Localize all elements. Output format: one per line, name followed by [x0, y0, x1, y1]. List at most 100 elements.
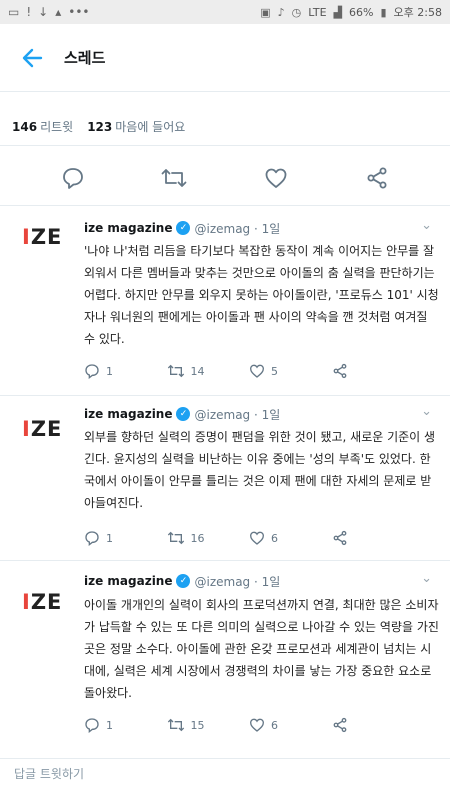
like-button[interactable]: 6 [249, 530, 332, 546]
like-count: 5 [271, 364, 278, 378]
back-arrow-icon [22, 48, 43, 67]
tweet-text: 아이돌 개개인의 실력이 회사의 프로덕션까지 연결, 최대한 많은 소비자가 … [84, 598, 439, 700]
like-button[interactable]: 5 [249, 363, 332, 379]
network-type: LTE [308, 5, 327, 19]
tweet-item[interactable]: IZE ize magazine ✓ @izemag · 1일 ⌄ 아이돌 개개… [0, 561, 450, 758]
author-handle: @izemag · 1일 [194, 407, 281, 422]
author-name[interactable]: ize magazine [84, 407, 172, 421]
alert-icon: ! [26, 5, 32, 19]
avatar[interactable]: IZE [22, 587, 66, 617]
tweet-actions: 1 14 5 [84, 359, 414, 383]
share-icon [367, 167, 387, 188]
retweet-label: 리트윗 [40, 120, 74, 134]
retweet-stat[interactable]: 146 리트윗 [12, 118, 73, 137]
like-icon [265, 168, 287, 188]
reply-button[interactable] [53, 158, 93, 198]
download-icon: ↓ [38, 5, 49, 19]
retweet-icon [167, 531, 184, 545]
author-name[interactable]: ize magazine [84, 221, 172, 235]
reply-count: 1 [106, 531, 113, 545]
author-name[interactable]: ize magazine [84, 574, 172, 588]
status-bar: ▭ ! ↓ ▴ ••• ▣ ♪ ◷ LTE ▟ 66% ▮ 오후 2:58 [0, 0, 450, 24]
battery-percent: 66% [349, 5, 374, 19]
tweet-item[interactable]: IZE ize magazine ✓ @izemag · 1일 ⌄ 외부를 향하… [0, 396, 450, 561]
like-count: 123 [87, 120, 113, 134]
ize-logo: IZE [22, 590, 63, 614]
reply-icon [85, 718, 99, 733]
tweet-header: ize magazine ✓ @izemag · 1일 ⌄ [84, 404, 438, 424]
tweet-item[interactable]: IZE ize magazine ✓ @izemag · 1일 ⌄ '나야 나'… [0, 206, 450, 396]
share-button[interactable] [332, 717, 415, 733]
like-icon [249, 718, 265, 732]
like-label: 마음에 들어요 [115, 120, 186, 134]
status-bar-right: ▣ ♪ ◷ LTE ▟ 66% ▮ 오후 2:58 [260, 4, 442, 20]
retweet-button[interactable]: 16 [167, 530, 250, 546]
back-button[interactable] [0, 24, 64, 92]
reply-button[interactable]: 1 [84, 717, 167, 733]
tweet-actions: 1 15 6 [84, 713, 414, 737]
tweet-actions: 1 16 6 [84, 526, 414, 550]
chevron-down-icon[interactable]: ⌄ [421, 404, 432, 419]
retweet-count: 146 [12, 120, 38, 134]
tweet-text: 외부를 향하던 실력의 증명이 팬덤을 위한 것이 됐고, 새로운 기준이 생긴… [84, 430, 436, 510]
share-button[interactable] [357, 158, 397, 198]
verified-badge-icon: ✓ [176, 407, 191, 421]
status-bar-left: ▭ ! ↓ ▴ ••• [8, 5, 89, 19]
like-stat[interactable]: 123 마음에 들어요 [87, 118, 185, 137]
retweet-icon [167, 718, 184, 732]
retweet-count: 14 [190, 364, 205, 378]
tweet-text: '나야 나'처럼 리듬을 타기보다 복잡한 동작이 계속 이어지는 안무를 잘 … [84, 244, 439, 346]
page-title: 스레드 [64, 49, 106, 67]
like-count: 6 [271, 531, 278, 545]
retweet-button[interactable] [154, 158, 194, 198]
reply-input[interactable]: 답글 트윗하기 [14, 767, 84, 781]
author-handle: @izemag · 1일 [194, 221, 281, 236]
reply-count: 1 [106, 364, 113, 378]
verified-badge-icon: ✓ [176, 221, 191, 235]
signal-icon: ▟ [333, 5, 343, 19]
avatar[interactable]: IZE [22, 414, 66, 444]
ize-logo: IZE [22, 225, 63, 249]
tweet-header: ize magazine ✓ @izemag · 1일 ⌄ [84, 218, 438, 238]
tweet-stats: 146 리트윗 123 마음에 들어요 [0, 110, 450, 146]
share-button[interactable] [332, 363, 415, 379]
share-button[interactable] [332, 530, 415, 546]
nfc-icon: ▣ [260, 5, 271, 19]
like-button[interactable] [256, 158, 296, 198]
chevron-down-icon[interactable]: ⌄ [421, 571, 432, 586]
reply-button[interactable]: 1 [84, 530, 167, 546]
alarm-icon: ◷ [291, 5, 302, 19]
reply-compose-bar[interactable]: 답글 트윗하기 [0, 758, 450, 800]
battery-icon: ▮ [380, 5, 387, 19]
share-icon [333, 530, 346, 546]
like-button[interactable]: 6 [249, 717, 332, 733]
clock: 오후 2:58 [393, 6, 442, 19]
like-count: 6 [271, 718, 278, 732]
like-icon [249, 531, 265, 545]
retweet-button[interactable]: 14 [167, 363, 250, 379]
verified-badge-icon: ✓ [176, 574, 191, 588]
reply-icon [62, 167, 83, 189]
main-action-bar [0, 150, 450, 206]
avatar[interactable]: IZE [22, 222, 66, 252]
reply-icon [85, 364, 99, 379]
tweet-header: ize magazine ✓ @izemag · 1일 ⌄ [84, 571, 438, 591]
chevron-down-icon[interactable]: ⌄ [421, 218, 432, 233]
reply-count: 1 [106, 718, 113, 732]
author-handle: @izemag · 1일 [194, 574, 281, 589]
retweet-count: 15 [190, 718, 205, 732]
share-icon [333, 717, 346, 733]
ize-logo: IZE [22, 417, 63, 441]
more-dots-icon: ••• [68, 5, 90, 19]
notification-icon: ▴ [55, 5, 62, 19]
retweet-icon [167, 364, 184, 378]
app-bar: 스레드 [0, 24, 450, 92]
reply-button[interactable]: 1 [84, 363, 167, 379]
retweet-count: 16 [190, 531, 205, 545]
retweet-button[interactable]: 15 [167, 717, 250, 733]
mute-icon: ♪ [277, 5, 285, 19]
share-icon [333, 363, 346, 379]
like-icon [249, 364, 265, 378]
reply-icon [85, 531, 99, 546]
message-icon: ▭ [8, 5, 20, 19]
